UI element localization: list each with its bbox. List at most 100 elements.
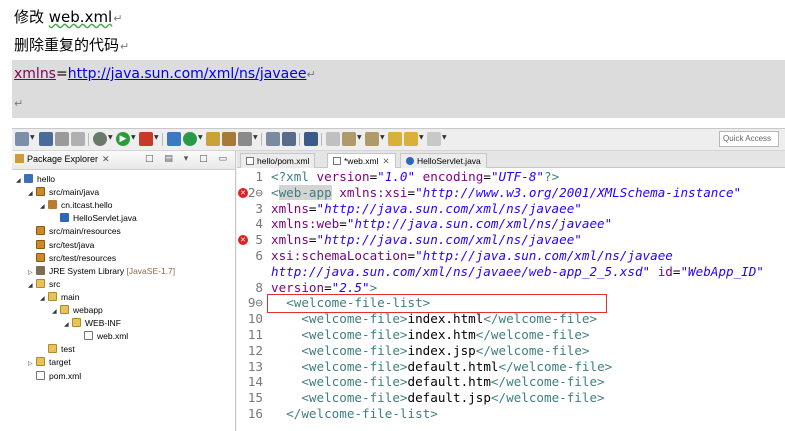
print-icon[interactable] [55,132,69,146]
source-folder-icon [36,239,45,249]
expanded-arrow-icon[interactable]: ◢ [28,188,36,201]
line-number: 5 [255,232,263,248]
chevron-down-icon[interactable]: ▼ [108,134,113,141]
show-whitespace-icon[interactable] [304,132,318,146]
last-edit-icon[interactable] [388,132,402,146]
java-file-icon [60,213,69,223]
line-number: 13 [247,358,263,374]
external-tools-icon[interactable] [139,132,153,146]
toolbar-separator [299,133,300,146]
back-icon[interactable] [404,132,418,146]
library-icon [36,265,45,275]
tree-item-label: target [49,357,71,368]
chevron-down-icon[interactable]: ▼ [198,134,203,141]
package-explorer-view: Package Explorer ✕ □ ▤ ▾ □ ▭ ◢ hello ◢ src/m… [12,151,236,431]
tree-item-label: src/main/java [49,187,100,198]
expanded-arrow-icon[interactable]: ◢ [64,319,72,332]
next-annotation-icon[interactable] [342,132,356,146]
tree-item[interactable]: ◢ hello [16,173,55,186]
editor-tab-label: hello/pom.xml [257,156,310,166]
xmlns-equals: = [55,66,68,82]
tree-item[interactable]: ▷ JRE System Library [JavaSE-1.7] [28,265,175,278]
search-icon[interactable] [238,132,252,146]
doc-heading-delete-text: 删除重复的代码 [14,36,120,54]
view-toolbar-icons[interactable]: □ ▤ ▾ □ ▭ [145,154,231,164]
line-number: 6 [255,248,263,263]
tree-item[interactable]: ▷ target [28,356,71,369]
tree-item[interactable]: ◢ src/main/java [28,186,99,199]
new-icon[interactable] [15,132,29,146]
tree-item[interactable]: src/main/resources [28,225,121,238]
line-number: 11 [247,327,263,342]
line-number: 2⊖ [247,184,263,200]
code-text: xmlns="http://java.sun.com/xml/ns/javaee… [271,200,582,216]
tree-item-label: test [61,344,75,355]
editor-tab[interactable]: *web.xml ✕ [327,153,396,168]
package-explorer-tab[interactable]: Package Explorer ✕ □ ▤ ▾ □ ▭ [12,151,235,170]
chevron-down-icon[interactable]: ▼ [253,134,258,141]
open-type-icon[interactable] [206,132,220,146]
editor-tab-label: HelloServlet.java [417,156,481,166]
tree-item[interactable]: ◢ main [40,291,79,304]
code-text: <welcome-file>default.htm</welcome-file> [301,374,605,390]
tree-item[interactable]: src/test/java [28,239,94,252]
chevron-down-icon[interactable]: ▼ [154,134,159,141]
close-icon[interactable]: ✕ [102,154,110,164]
previous-annotation-icon[interactable] [365,132,379,146]
expanded-arrow-icon[interactable]: ◢ [28,280,36,293]
tree-item-suffix: [JavaSE-1.7] [124,265,176,276]
tree-item[interactable]: pom.xml [28,370,81,383]
block-selection-icon[interactable] [282,132,296,146]
tree-item[interactable]: ◢ webapp [52,304,103,317]
quick-access-input[interactable]: Quick Access [719,131,779,147]
code-text: <welcome-file>index.html</welcome-file> [301,311,598,327]
line-number: 16 [247,406,263,421]
toggle-icon[interactable] [71,132,85,146]
xmlns-url-link[interactable]: http://java.sun.com/xml/ns/javaee [68,66,307,82]
close-icon[interactable]: ✕ [382,156,389,166]
line-number: 1 [255,169,263,184]
java-file-icon [406,157,414,165]
editor-tab-label: *web.xml [344,156,379,166]
chevron-down-icon[interactable]: ▼ [442,134,447,141]
code-text: http://java.sun.com/xml/ns/javaee/web-ap… [271,263,764,279]
tree-item[interactable]: ◢ cn.itcast.hello [40,199,113,212]
toggle-mark-icon[interactable] [266,132,280,146]
tree-item[interactable]: HelloServlet.java [52,212,137,225]
tree-item[interactable]: ◢ src [28,278,60,291]
pin-icon[interactable] [326,132,340,146]
chevron-down-icon[interactable]: ▼ [30,134,35,141]
expanded-arrow-icon[interactable]: ◢ [52,306,60,319]
tree-item[interactable]: test [40,343,75,356]
open-resource-icon[interactable] [222,132,236,146]
editor-tab[interactable]: HelloServlet.java [400,153,487,168]
tree-item-label: src/test/resources [49,252,117,263]
xmlns-snippet: xmlns=http://java.sun.com/xml/ns/javaee↵ [14,66,316,82]
run-icon[interactable]: ▶ [116,132,130,146]
new-server-icon[interactable] [167,132,181,146]
new-java-project-icon[interactable] [183,132,197,146]
toolbar-separator [261,133,262,146]
code-text: <welcome-file>default.html</welcome-file… [301,358,613,374]
code-area[interactable]: 1 <?xml version="1.0" encoding="UTF-8"?> ✕… [237,168,785,431]
expanded-arrow-icon[interactable]: ◢ [16,175,24,188]
xmlns-attr: xmlns [14,66,56,82]
chevron-down-icon[interactable]: ▼ [419,134,424,141]
editor-tab[interactable]: hello/pom.xml [240,153,316,168]
code-text: <welcome-file-list> [286,295,431,311]
tree-item[interactable]: web.xml [76,330,128,343]
tree-item[interactable]: src/test/resources [28,252,116,265]
chevron-down-icon[interactable]: ▼ [357,134,362,141]
save-icon[interactable] [39,132,53,146]
tree-item[interactable]: ◢ WEB-INF [64,317,121,330]
folder-icon [72,318,81,328]
line-number: 15 [247,390,263,406]
expanded-arrow-icon[interactable]: ◢ [40,293,48,306]
tree-item-label: hello [37,174,55,184]
debug-icon[interactable] [93,132,107,146]
source-folder-icon [36,226,45,236]
forward-icon[interactable] [427,132,441,146]
expanded-arrow-icon[interactable]: ◢ [40,201,48,214]
chevron-down-icon[interactable]: ▼ [131,134,136,141]
chevron-down-icon[interactable]: ▼ [380,134,385,141]
